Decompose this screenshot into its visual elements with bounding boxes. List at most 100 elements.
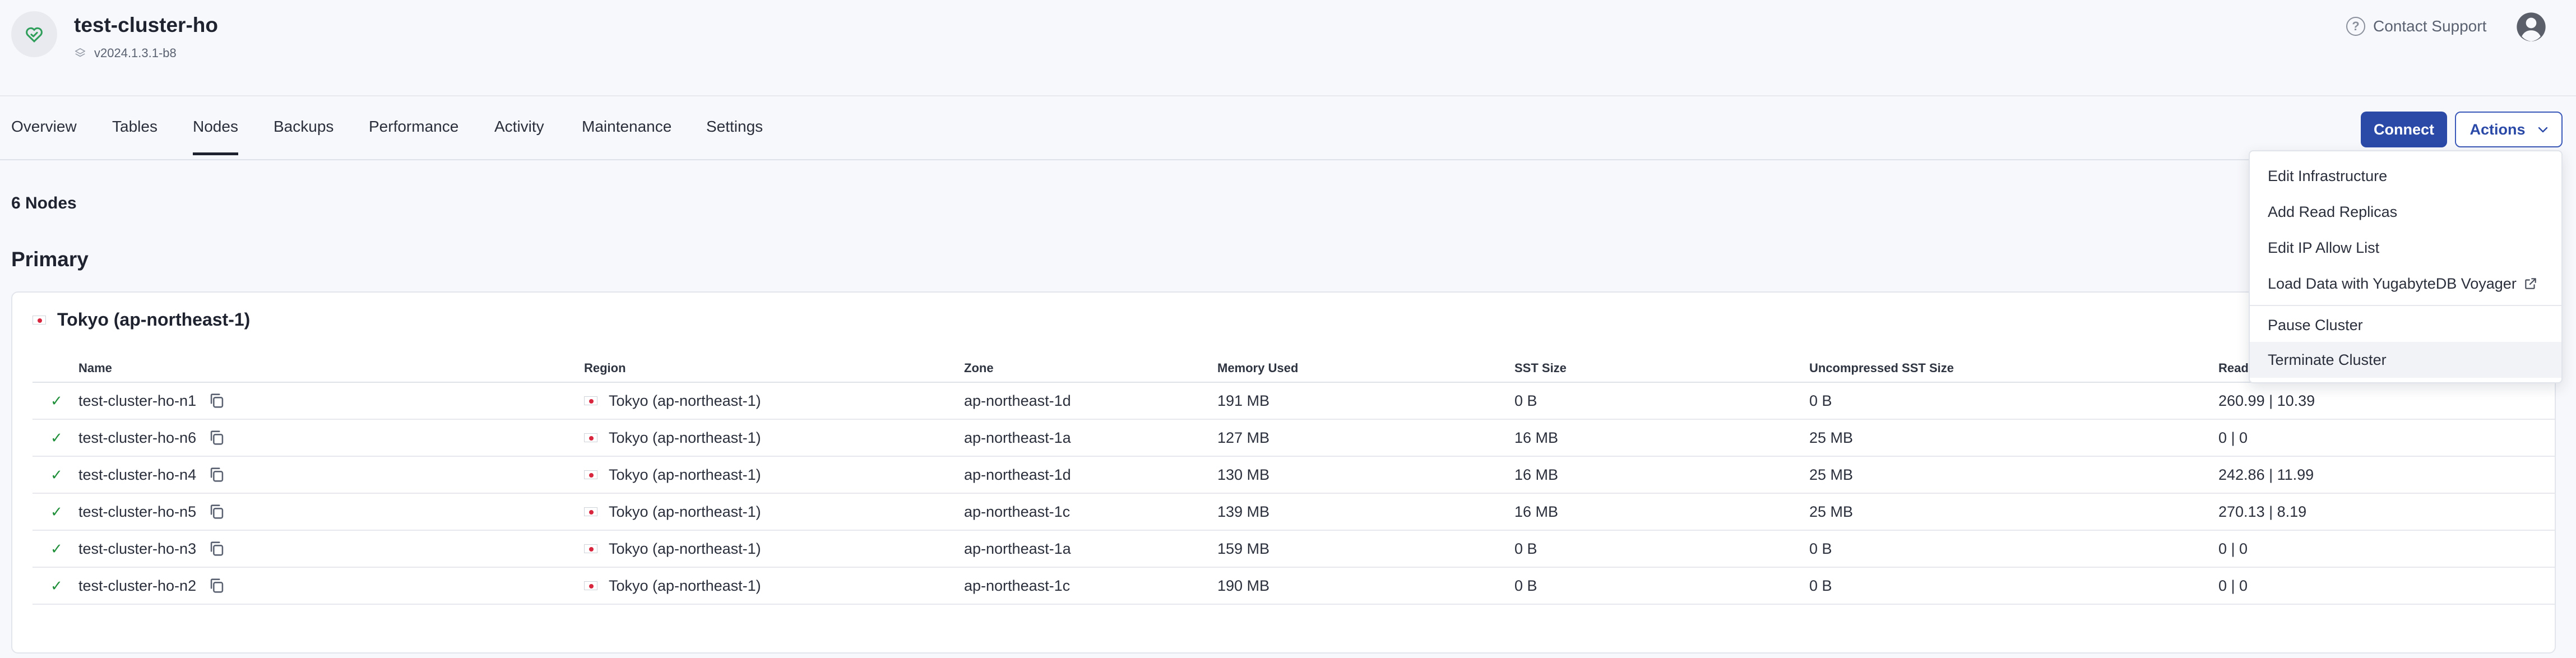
column-header-status bbox=[33, 354, 78, 383]
contact-support-link[interactable]: ? Contact Support bbox=[2346, 17, 2486, 36]
check-icon: ✓ bbox=[50, 429, 63, 446]
node-zone: ap-northeast-1c bbox=[964, 567, 1217, 605]
menu-item-label: Edit Infrastructure bbox=[2268, 167, 2388, 184]
japan-flag-icon bbox=[584, 544, 597, 553]
node-name: test-cluster-ho-n1 bbox=[78, 392, 197, 409]
node-memory-used: 190 MB bbox=[1217, 567, 1514, 605]
page-header: test-cluster-ho v2024.1.3.1-b8 ? Contact… bbox=[0, 0, 2576, 96]
actions-button[interactable]: Actions bbox=[2455, 112, 2563, 147]
node-read-ops: 0 | 0 bbox=[2218, 567, 2555, 605]
table-row[interactable]: ✓ test-cluster-ho-n2 Tokyo (ap-northeast-1… bbox=[33, 567, 2555, 605]
node-region-cell: Tokyo (ap-northeast-1) bbox=[584, 419, 964, 457]
table-header-row: Name Region Zone Memory Used SST Size Un… bbox=[33, 354, 2555, 383]
copy-icon[interactable] bbox=[207, 576, 226, 595]
contact-support-label: Contact Support bbox=[2373, 17, 2487, 35]
node-region: Tokyo (ap-northeast-1) bbox=[609, 540, 761, 557]
column-header-memory[interactable]: Memory Used bbox=[1217, 354, 1514, 383]
menu-item-pause-cluster[interactable]: Pause Cluster bbox=[2250, 307, 2561, 343]
node-read-ops: 260.99 | 10.39 bbox=[2218, 382, 2555, 420]
table-row[interactable]: ✓ test-cluster-ho-n1 Tokyo (ap-northeast-1… bbox=[33, 382, 2555, 420]
node-name-cell: test-cluster-ho-n1 bbox=[78, 382, 584, 420]
column-header-zone[interactable]: Zone bbox=[964, 354, 1217, 383]
menu-item-load-data-voyager[interactable]: Load Data with YugabyteDB Voyager bbox=[2250, 266, 2561, 302]
node-zone: ap-northeast-1a bbox=[964, 530, 1217, 568]
section-title-primary: Primary bbox=[11, 248, 89, 271]
node-region-cell: Tokyo (ap-northeast-1) bbox=[584, 382, 964, 420]
node-region-cell: Tokyo (ap-northeast-1) bbox=[584, 456, 964, 494]
copy-icon[interactable] bbox=[207, 465, 226, 484]
node-region: Tokyo (ap-northeast-1) bbox=[609, 503, 761, 520]
node-memory-used: 127 MB bbox=[1217, 419, 1514, 457]
external-link-icon bbox=[2525, 278, 2536, 289]
connect-button[interactable]: Connect bbox=[2361, 112, 2447, 147]
check-icon: ✓ bbox=[50, 503, 63, 520]
copy-icon[interactable] bbox=[207, 391, 226, 410]
menu-item-label: Add Read Replicas bbox=[2268, 203, 2398, 220]
menu-item-edit-infrastructure[interactable]: Edit Infrastructure bbox=[2250, 158, 2561, 194]
tab-settings[interactable]: Settings bbox=[706, 118, 763, 136]
heart-check-icon bbox=[26, 27, 43, 43]
node-region-cell: Tokyo (ap-northeast-1) bbox=[584, 493, 964, 531]
node-region: Tokyo (ap-northeast-1) bbox=[609, 466, 761, 483]
node-memory-used: 130 MB bbox=[1217, 456, 1514, 494]
menu-item-add-read-replicas[interactable]: Add Read Replicas bbox=[2250, 194, 2561, 230]
node-sst-size: 16 MB bbox=[1514, 419, 1809, 457]
copy-icon[interactable] bbox=[207, 428, 226, 447]
check-icon: ✓ bbox=[50, 392, 63, 409]
node-zone: ap-northeast-1d bbox=[964, 382, 1217, 420]
region-card: Tokyo (ap-northeast-1) Name Region Zone … bbox=[11, 291, 2556, 654]
node-region: Tokyo (ap-northeast-1) bbox=[609, 577, 761, 594]
menu-item-label: Pause Cluster bbox=[2268, 316, 2363, 333]
node-sst-size: 16 MB bbox=[1514, 493, 1809, 531]
node-zone: ap-northeast-1c bbox=[964, 493, 1217, 531]
table-row[interactable]: ✓ test-cluster-ho-n6 Tokyo (ap-northeast-1… bbox=[33, 419, 2555, 457]
column-header-name[interactable]: Name bbox=[78, 354, 584, 383]
copy-icon[interactable] bbox=[207, 502, 226, 521]
node-region: Tokyo (ap-northeast-1) bbox=[609, 392, 761, 409]
node-region: Tokyo (ap-northeast-1) bbox=[609, 429, 761, 446]
check-icon: ✓ bbox=[50, 577, 63, 594]
nodes-count: 6 Nodes bbox=[11, 194, 77, 212]
node-sst-size: 0 B bbox=[1514, 530, 1809, 568]
menu-item-terminate-cluster[interactable]: Terminate Cluster bbox=[2250, 342, 2561, 378]
node-sst-size: 0 B bbox=[1514, 382, 1809, 420]
tab-nodes[interactable]: Nodes bbox=[193, 118, 238, 155]
menu-item-edit-ip-allow-list[interactable]: Edit IP Allow List bbox=[2250, 230, 2561, 266]
node-name: test-cluster-ho-n6 bbox=[78, 429, 197, 446]
node-status-cell: ✓ bbox=[33, 456, 78, 494]
copy-icon[interactable] bbox=[207, 539, 226, 558]
column-header-uncompressed-sst[interactable]: Uncompressed SST Size bbox=[1809, 354, 2218, 383]
node-region-cell: Tokyo (ap-northeast-1) bbox=[584, 530, 964, 568]
nodes-table: Name Region Zone Memory Used SST Size Un… bbox=[33, 354, 2555, 605]
tab-tables[interactable]: Tables bbox=[112, 118, 157, 136]
japan-flag-icon bbox=[584, 507, 597, 516]
table-row[interactable]: ✓ test-cluster-ho-n5 Tokyo (ap-northeast-1… bbox=[33, 493, 2555, 531]
node-uncompressed-sst-size: 25 MB bbox=[1809, 493, 2218, 531]
column-header-region[interactable]: Region bbox=[584, 354, 964, 383]
node-name: test-cluster-ho-n5 bbox=[78, 503, 197, 520]
node-name-cell: test-cluster-ho-n5 bbox=[78, 493, 584, 531]
node-status-cell: ✓ bbox=[33, 382, 78, 420]
node-name-cell: test-cluster-ho-n4 bbox=[78, 456, 584, 494]
column-header-sst[interactable]: SST Size bbox=[1514, 354, 1809, 383]
table-row[interactable]: ✓ test-cluster-ho-n3 Tokyo (ap-northeast-1… bbox=[33, 530, 2555, 568]
region-title: Tokyo (ap-northeast-1) bbox=[33, 309, 250, 330]
tab-overview[interactable]: Overview bbox=[11, 118, 77, 136]
tab-performance[interactable]: Performance bbox=[369, 118, 458, 136]
tab-backups[interactable]: Backups bbox=[274, 118, 333, 136]
menu-divider bbox=[2250, 305, 2561, 306]
node-uncompressed-sst-size: 0 B bbox=[1809, 382, 2218, 420]
node-name-cell: test-cluster-ho-n2 bbox=[78, 567, 584, 605]
user-avatar-icon[interactable] bbox=[2515, 11, 2547, 43]
tab-activity[interactable]: Activity bbox=[494, 118, 544, 136]
node-uncompressed-sst-size: 25 MB bbox=[1809, 456, 2218, 494]
table-row[interactable]: ✓ test-cluster-ho-n4 Tokyo (ap-northeast-1… bbox=[33, 456, 2555, 494]
cluster-tabs: Overview Tables Nodes Backups Performanc… bbox=[0, 105, 2556, 160]
chevron-down-icon bbox=[2538, 127, 2547, 133]
cluster-name: test-cluster-ho bbox=[74, 13, 218, 36]
node-status-cell: ✓ bbox=[33, 419, 78, 457]
tab-maintenance[interactable]: Maintenance bbox=[582, 118, 671, 136]
node-status-cell: ✓ bbox=[33, 530, 78, 568]
node-sst-size: 16 MB bbox=[1514, 456, 1809, 494]
cluster-status-icon bbox=[11, 11, 57, 57]
